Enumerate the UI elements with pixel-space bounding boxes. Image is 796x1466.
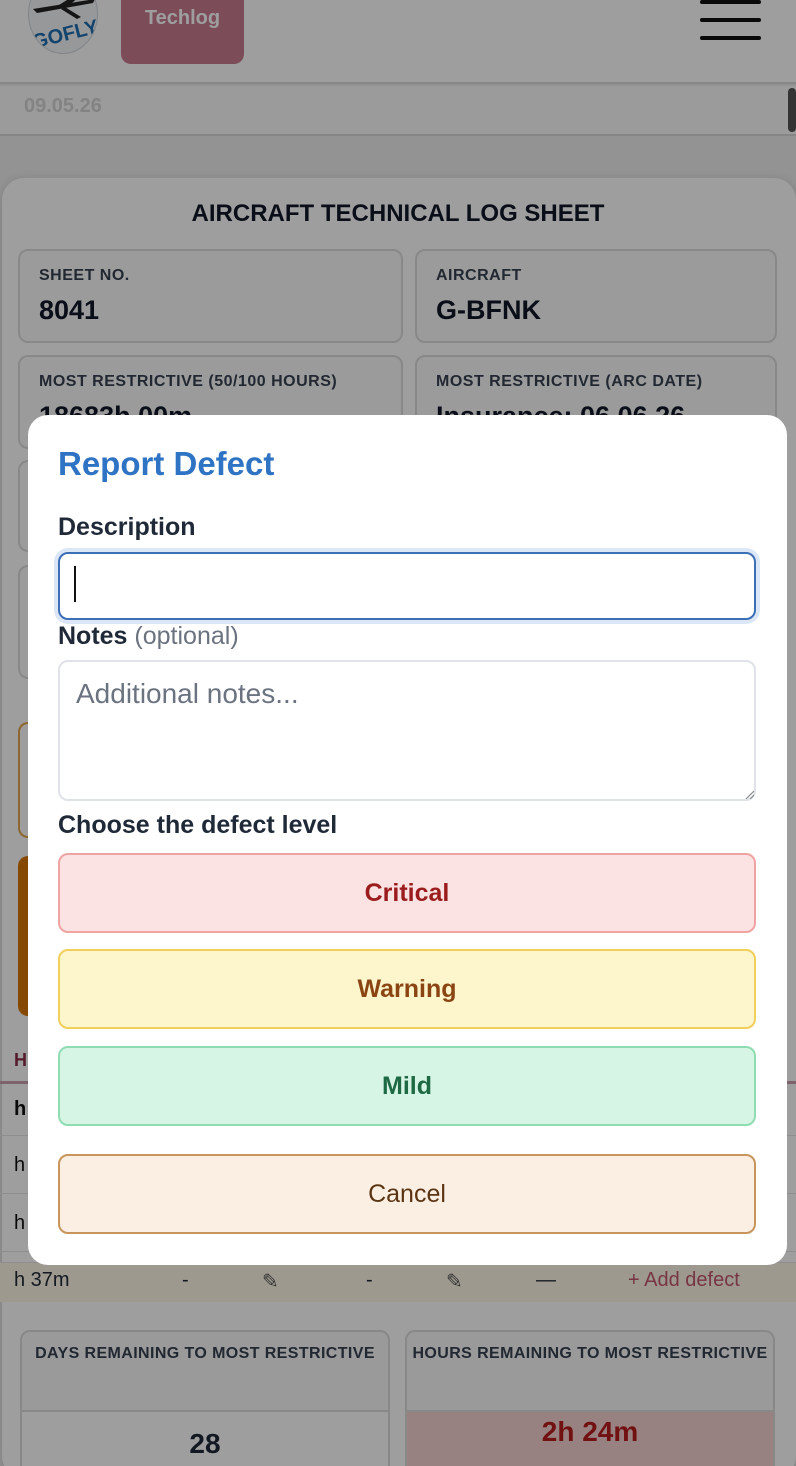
cancel-button[interactable]: Cancel [58, 1154, 756, 1234]
notes-label: Notes [58, 622, 128, 650]
description-label: Description [58, 513, 196, 541]
notes-textarea[interactable] [58, 660, 756, 801]
mild-button[interactable]: Mild [58, 1046, 756, 1126]
notes-label-row: Notes (optional) [58, 622, 239, 651]
text-cursor [74, 566, 76, 602]
modal-title: Report Defect [58, 445, 275, 482]
warning-button[interactable]: Warning [58, 949, 756, 1029]
resize-grip-icon[interactable] [744, 789, 754, 799]
description-input[interactable] [58, 552, 756, 620]
defect-level-label: Choose the defect level [58, 811, 338, 839]
notes-optional-hint: (optional) [134, 622, 239, 650]
report-defect-modal: Report Defect Description Notes (optiona… [28, 415, 787, 1265]
critical-button[interactable]: Critical [58, 853, 756, 933]
